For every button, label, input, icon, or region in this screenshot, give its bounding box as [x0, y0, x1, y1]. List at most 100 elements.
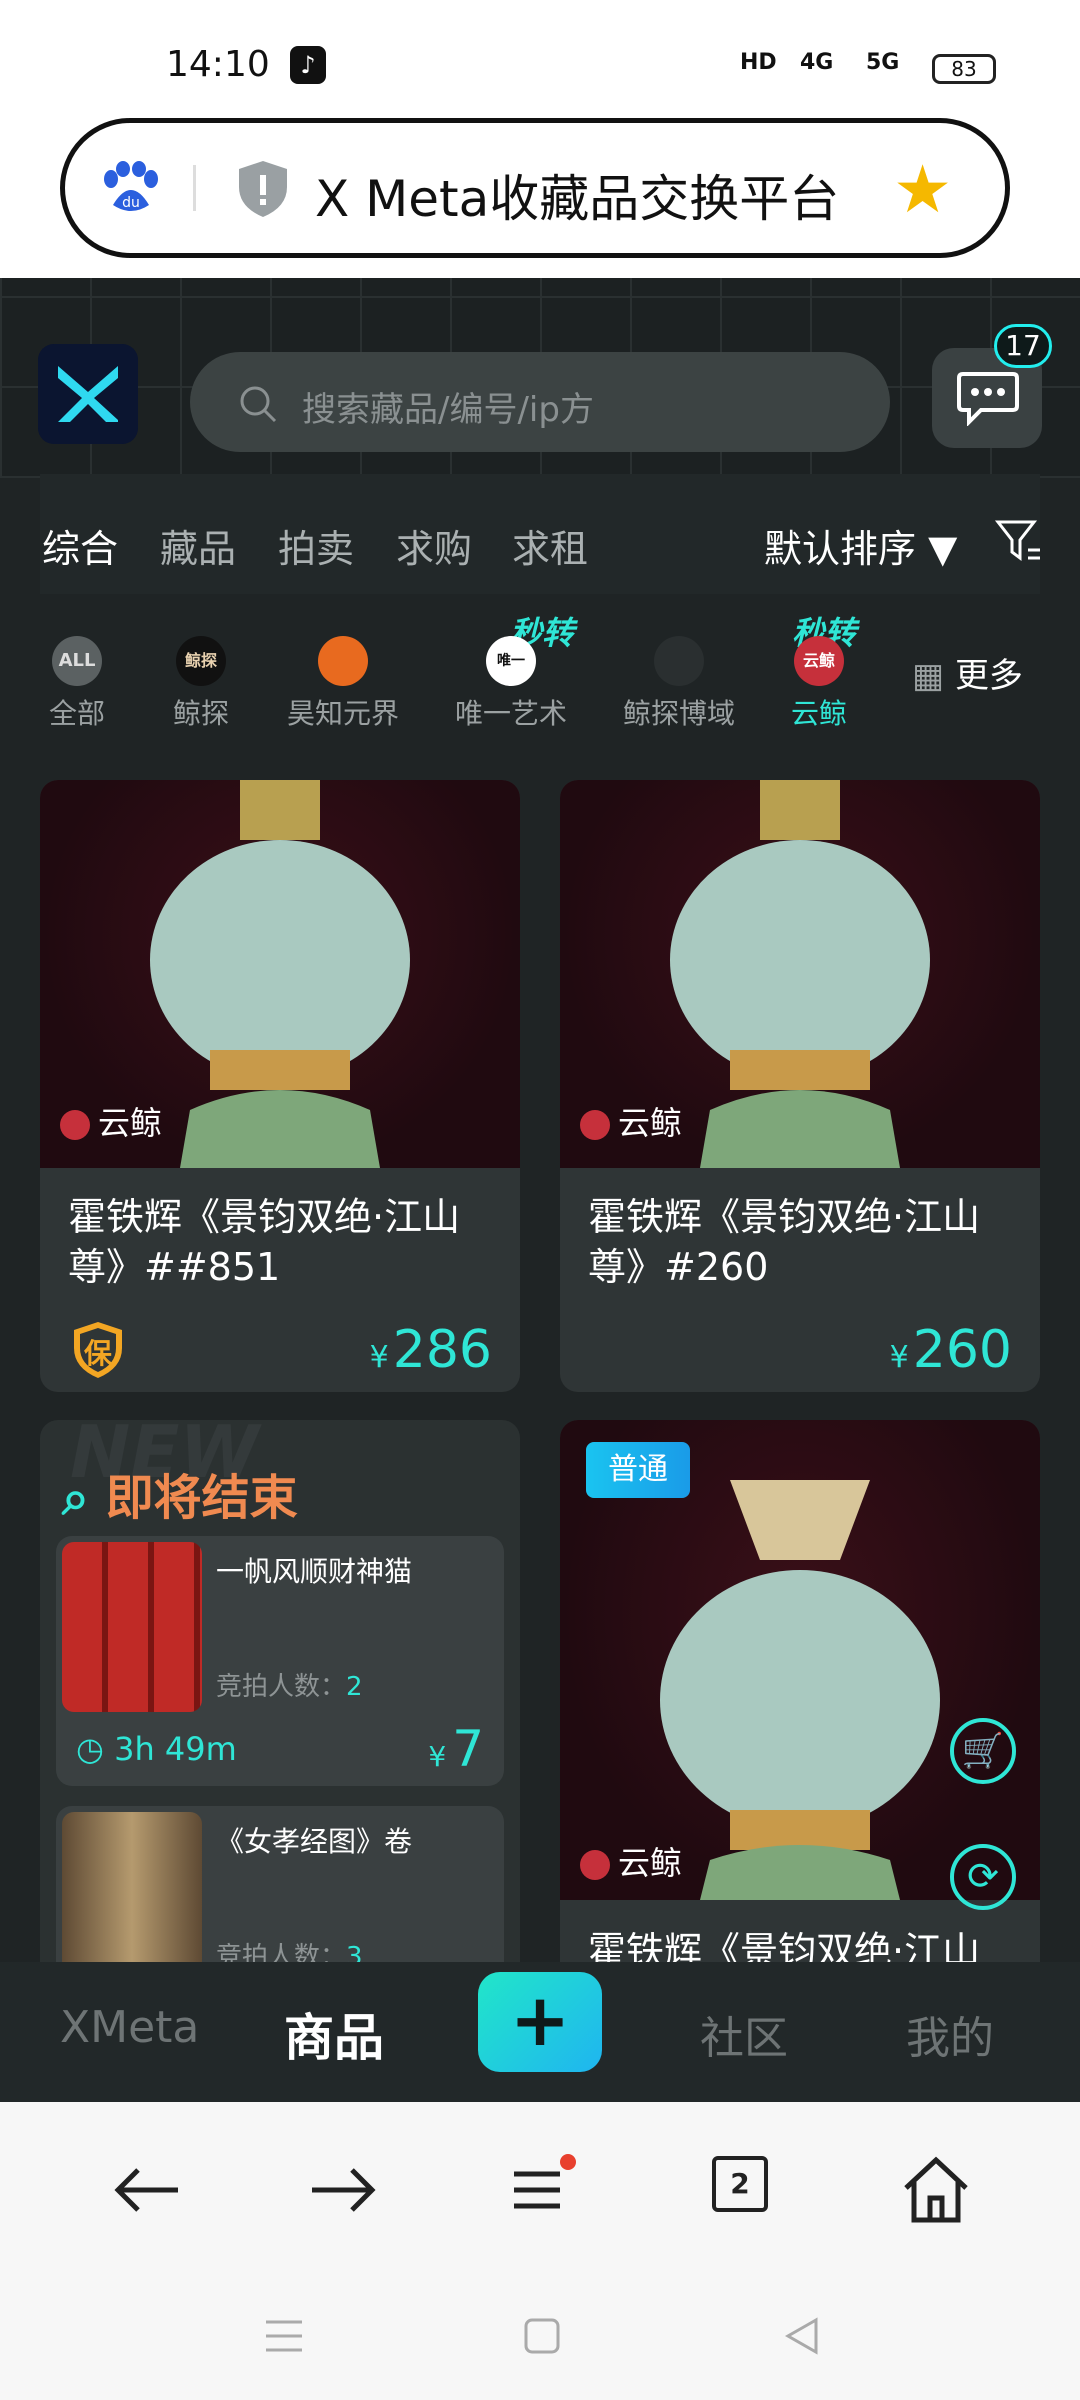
bidder-count: 竞拍人数：3 — [216, 1942, 363, 1964]
product-card[interactable]: 普通 🛒 ⟳ 云鲸 霍铁辉《景钧双绝·江山 — [560, 1420, 1040, 1964]
yunjing-small-icon — [580, 1110, 610, 1140]
tab-wanted[interactable]: 求购 — [396, 518, 472, 573]
sort-label: 默认排序 — [764, 527, 917, 571]
tab-rent[interactable]: 求租 — [512, 518, 588, 573]
back-arrow-icon[interactable] — [108, 2150, 188, 2230]
product-title: 霍铁辉《景钧双绝·江山 — [588, 1929, 981, 1964]
chat-bubble-icon — [957, 372, 1019, 426]
category-tabs: 综合 藏品 拍卖 求购 求租 默认排序 ▼ — [40, 474, 1040, 594]
brand-jingtan[interactable]: 鲸探 鲸探 — [136, 636, 266, 732]
brand-weiyi[interactable]: 唯一 唯一艺术 — [446, 636, 576, 732]
platform-name: 云鲸 — [618, 1844, 683, 1882]
yunjing-small-icon — [580, 1850, 610, 1880]
product-price: ¥286 — [370, 1320, 492, 1380]
sort-dropdown[interactable]: 默认排序 ▼ — [764, 518, 957, 573]
tab-collectibles[interactable]: 藏品 — [160, 518, 236, 573]
swap-icon[interactable]: ⟳ — [950, 1844, 1016, 1910]
guarantee-label: 保 — [84, 1337, 113, 1370]
status-bar: 14:10 ♪ HD 4G 5G 83 — [0, 0, 1080, 108]
cart-icon[interactable]: 🛒 — [950, 1718, 1016, 1784]
brand-label: 云鲸 — [790, 697, 847, 730]
brand-haozhi[interactable]: 昊知元界 — [278, 636, 408, 732]
home-icon[interactable] — [896, 2150, 976, 2230]
auction-item[interactable]: 《女孝经图》卷 竞拍人数：3 — [56, 1806, 504, 1964]
shield-warning-icon[interactable] — [235, 159, 291, 219]
caret-down-icon: ▼ — [916, 527, 958, 571]
product-card[interactable]: 云鲸 霍铁辉《景钧双绝·江山尊》#260 ¥260 — [560, 780, 1040, 1392]
nav-goods[interactable]: 商品 — [284, 1998, 384, 2070]
more-button[interactable]: ▦ 更多 — [912, 648, 1023, 697]
boyu-logo — [654, 636, 704, 686]
platform-name: 云鲸 — [98, 1104, 163, 1142]
nav-xmeta[interactable]: XMeta — [60, 2002, 199, 2053]
product-image: 云鲸 — [40, 780, 520, 1168]
normal-badge: 普通 — [586, 1442, 690, 1498]
auction-item[interactable]: 一帆风顺财神猫 竞拍人数：2 ◷ 3h 49m ¥7 — [56, 1536, 504, 1786]
search-input[interactable]: 搜索藏品/编号/ip方 — [190, 352, 890, 452]
back-button-icon[interactable] — [782, 2316, 822, 2356]
yunjing-logo: 云鲸 — [794, 636, 844, 686]
price-value: 286 — [392, 1320, 492, 1380]
message-button[interactable]: 17 — [932, 324, 1052, 448]
ending-soon-title: ⌕ 即将结束 — [62, 1470, 298, 1526]
hd-indicator: HD — [740, 50, 777, 75]
platform-name: 云鲸 — [618, 1104, 683, 1142]
jingtan-logo: 鲸探 — [176, 636, 226, 686]
baidu-paw-icon[interactable]: du — [101, 161, 161, 215]
auction-thumbnail — [62, 1812, 202, 1964]
currency-symbol: ¥ — [889, 1340, 909, 1375]
home-button-icon[interactable] — [522, 2316, 562, 2356]
ending-soon-panel: NEW ⌕ 即将结束 一帆风顺财神猫 竞拍人数：2 ◷ 3h 49m ¥7 《女… — [40, 1420, 520, 1964]
tiktok-icon: ♪ — [290, 46, 326, 84]
brand-all[interactable]: ALL 全部 — [12, 636, 142, 732]
brand-yunjing[interactable]: 云鲸 云鲸 — [754, 636, 884, 732]
brand-label: 鲸探博域 — [622, 697, 735, 730]
guarantee-badge: 保 — [70, 1320, 126, 1380]
price-value: 260 — [912, 1320, 1012, 1380]
product-image: 云鲸 — [560, 780, 1040, 1168]
divider — [193, 165, 196, 211]
product-price: ¥260 — [890, 1320, 1012, 1380]
message-count-badge: 17 — [994, 324, 1052, 368]
auction-name: 《女孝经图》卷 — [216, 1825, 413, 1858]
clock-icon: ◷ — [76, 1730, 115, 1768]
forward-arrow-icon[interactable] — [302, 2150, 382, 2230]
weiyi-logo: 唯一 — [486, 636, 536, 686]
filter-icon[interactable] — [994, 516, 1044, 566]
xmeta-logo[interactable] — [38, 344, 138, 444]
nav-mine[interactable]: 我的 — [906, 2002, 994, 2066]
platform-tag: 云鲸 — [60, 1098, 162, 1144]
countdown-timer: ◷ 3h 49m — [76, 1730, 237, 1768]
bookmark-star-icon[interactable]: ★ — [893, 157, 952, 223]
bottom-nav: XMeta 商品 + 社区 我的 — [0, 1962, 1080, 2102]
app-content: 搜索藏品/编号/ip方 17 综合 藏品 拍卖 求购 求租 默认排序 ▼ 秒转 … — [0, 278, 1080, 1964]
bidder-count: 竞拍人数：2 — [216, 1672, 363, 1702]
all-icon: ALL — [52, 636, 102, 686]
platform-tag: 云鲸 — [580, 1838, 682, 1884]
tab-all[interactable]: 综合 — [42, 518, 118, 573]
platform-filter-row: 秒转 秒转 ALL 全部 鲸探 鲸探 昊知元界 唯一 唯一艺术 鲸探博域 云鲸 … — [0, 608, 1080, 748]
brand-label: 全部 — [48, 697, 105, 730]
nav-community[interactable]: 社区 — [700, 2002, 788, 2066]
recent-apps-icon[interactable] — [262, 2316, 306, 2356]
status-time: 14:10 — [166, 44, 270, 85]
product-title: 霍铁辉《景钧双绝·江山尊》##851 — [68, 1195, 461, 1289]
haozhi-logo — [318, 636, 368, 686]
tabs-count-button[interactable]: 2 — [712, 2156, 768, 2212]
publish-button[interactable]: + — [478, 1972, 602, 2072]
network-5g-icon: 5G — [866, 50, 900, 75]
search-placeholder: 搜索藏品/编号/ip方 — [302, 390, 594, 430]
currency-symbol: ¥ — [369, 1340, 389, 1375]
brand-label: 唯一艺术 — [454, 697, 567, 730]
product-card[interactable]: 云鲸 霍铁辉《景钧双绝·江山尊》##851 保 ¥286 — [40, 780, 520, 1392]
product-title: 霍铁辉《景钧双绝·江山尊》#260 — [588, 1195, 981, 1289]
browser-toolbar: 2 — [0, 2102, 1080, 2272]
vase-image — [670, 780, 930, 1168]
tab-auction[interactable]: 拍卖 — [278, 518, 354, 573]
product-image: 普通 🛒 ⟳ 云鲸 — [560, 1420, 1040, 1910]
brand-jingtan-boyu[interactable]: 鲸探博域 — [614, 636, 744, 732]
url-bar[interactable]: du X Meta收藏品交换平台 ★ — [60, 118, 1010, 258]
page-title[interactable]: X Meta收藏品交换平台 — [315, 159, 839, 231]
auction-name: 一帆风顺财神猫 — [216, 1555, 413, 1588]
menu-icon[interactable] — [498, 2150, 578, 2230]
